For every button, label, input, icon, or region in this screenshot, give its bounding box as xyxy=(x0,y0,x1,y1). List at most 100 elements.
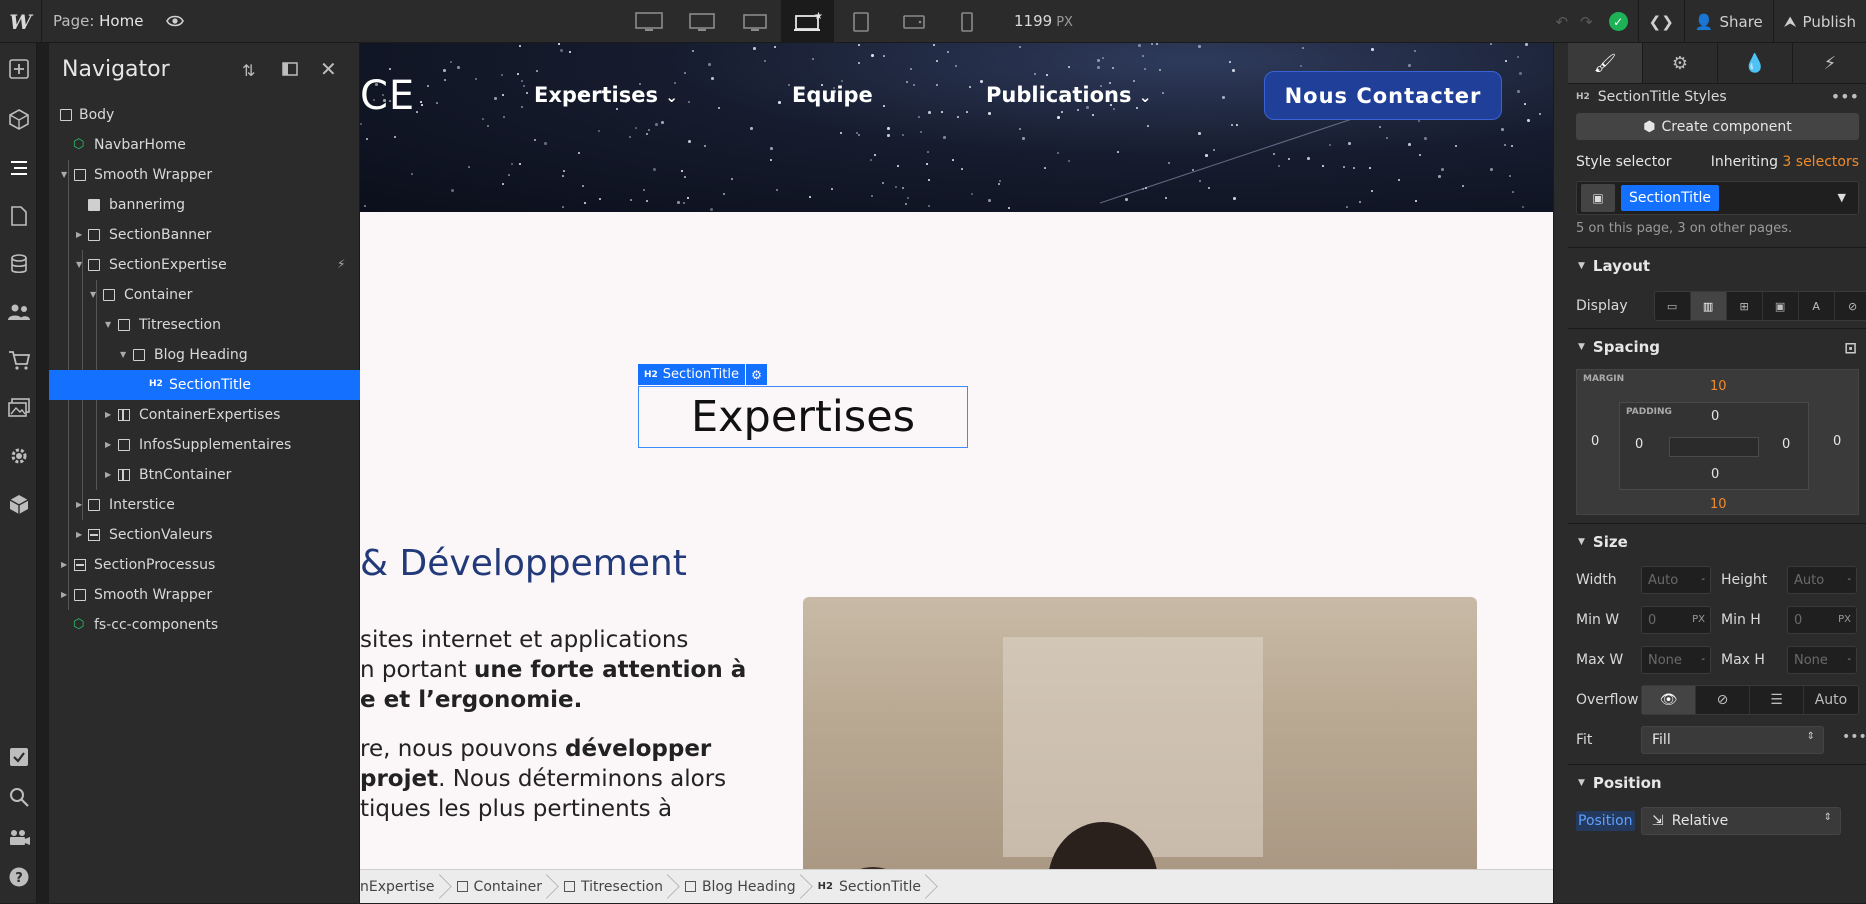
design-canvas[interactable]: CE Expertises ⌄ Equipe Publications ⌄ No… xyxy=(360,43,1553,869)
caret-right-icon[interactable]: ▶ xyxy=(76,500,82,509)
share-button[interactable]: 👤 Share xyxy=(1683,0,1773,43)
breadcrumb-item[interactable]: Titresection xyxy=(552,870,673,904)
layout-section-header[interactable]: ▼ Layout xyxy=(1568,247,1866,284)
tree-row-sectionbanner[interactable]: ▶ SectionBanner xyxy=(49,220,360,250)
video-tutorials-icon[interactable] xyxy=(5,823,32,850)
webflow-logo[interactable]: W xyxy=(0,0,42,43)
team-photo[interactable] xyxy=(803,597,1477,869)
publish-button[interactable]: ⮝ Publish xyxy=(1772,0,1866,43)
height-input[interactable]: Auto - xyxy=(1787,566,1857,594)
tasks-check-icon[interactable] xyxy=(5,743,32,770)
position-section-header[interactable]: ▼ Position xyxy=(1568,764,1866,801)
tree-row-sectiontitle[interactable]: H2 SectionTitle xyxy=(49,370,360,400)
spacing-mode-icon[interactable]: ⊡ xyxy=(1844,339,1857,357)
element-settings-gear-icon[interactable]: ⚙ xyxy=(745,364,767,385)
canvas-width-readout[interactable]: 1199 PX xyxy=(1014,12,1073,30)
tree-row-smooth-wrapper[interactable]: ▼ Smooth Wrapper xyxy=(49,160,360,190)
tree-row-navbarhome[interactable]: ⬡ NavbarHome xyxy=(49,130,360,160)
settings-gear-icon[interactable] xyxy=(5,442,32,469)
tree-row-interstice[interactable]: ▶ Interstice xyxy=(49,490,360,520)
breakpoint-portrait-icon[interactable] xyxy=(940,0,993,43)
max-height-input[interactable]: None - xyxy=(1787,646,1857,674)
caret-right-icon[interactable]: ▶ xyxy=(105,440,111,449)
margin-top-value[interactable]: 10 xyxy=(1710,379,1727,394)
contact-button[interactable]: Nous Contacter xyxy=(1264,71,1502,120)
assets-images-icon[interactable] xyxy=(5,394,32,421)
caret-down-icon[interactable]: ▼ xyxy=(61,170,67,179)
close-icon[interactable]: ✕ xyxy=(320,57,337,81)
margin-right-value[interactable]: 0 xyxy=(1833,434,1841,449)
page-selector[interactable]: Page: Home xyxy=(53,12,143,30)
nav-link-publications[interactable]: Publications ⌄ xyxy=(986,83,1151,107)
caret-right-icon[interactable]: ▶ xyxy=(105,410,111,419)
margin-bottom-value[interactable]: 10 xyxy=(1710,497,1727,512)
inheriting-info[interactable]: Inheriting 3 selectors xyxy=(1711,154,1859,174)
redo-icon[interactable]: ↷ xyxy=(1574,0,1599,43)
width-input[interactable]: Auto - xyxy=(1641,566,1711,594)
breadcrumb-item[interactable]: Blog Heading xyxy=(673,870,806,904)
padding-bottom-value[interactable]: 0 xyxy=(1711,467,1719,482)
breadcrumb-item[interactable]: nExpertise xyxy=(360,870,445,904)
caret-down-icon[interactable]: ▼ xyxy=(120,350,126,359)
breakpoint-xxl-icon[interactable] xyxy=(622,0,675,43)
tree-row-titresection[interactable]: ▼ Titresection xyxy=(49,310,360,340)
section-title-heading[interactable]: Expertises xyxy=(638,386,968,448)
display-inline-icon[interactable]: A xyxy=(1799,292,1835,320)
more-options-icon[interactable]: ••• xyxy=(1842,729,1866,745)
min-width-input[interactable]: 0 PX xyxy=(1641,606,1711,634)
display-block-icon[interactable]: ▭ xyxy=(1655,292,1691,320)
overflow-scroll-icon[interactable]: ☰ xyxy=(1750,686,1804,714)
padding-left-value[interactable]: 0 xyxy=(1635,437,1643,452)
nav-link-equipe[interactable]: Equipe xyxy=(792,83,873,107)
selected-element-badge[interactable]: H2 SectionTitle ⚙ xyxy=(638,364,767,385)
undo-icon[interactable]: ↶ xyxy=(1549,0,1574,43)
overflow-visible-eye-icon[interactable]: 👁 xyxy=(1642,686,1696,714)
caret-right-icon[interactable]: ▶ xyxy=(76,230,82,239)
padding-top-value[interactable]: 0 xyxy=(1711,409,1719,424)
caret-right-icon[interactable]: ▶ xyxy=(105,470,111,479)
tree-row-sectionexpertise[interactable]: ▼ SectionExpertise ⚡ xyxy=(49,250,360,280)
more-options-icon[interactable]: ••• xyxy=(1831,87,1859,106)
tree-row-containerexpertises[interactable]: ▶ ContainerExpertises xyxy=(49,400,360,430)
display-flex-icon[interactable]: ▥ xyxy=(1690,292,1727,320)
caret-down-icon[interactable]: ▼ xyxy=(90,290,96,299)
display-inline-block-icon[interactable]: ▣ xyxy=(1763,292,1799,320)
nav-link-expertises[interactable]: Expertises ⌄ xyxy=(534,83,678,107)
tree-row-btncontainer[interactable]: ▶ BtnContainer xyxy=(49,460,360,490)
caret-right-icon[interactable]: ▶ xyxy=(76,530,82,539)
search-icon[interactable] xyxy=(5,783,32,810)
breadcrumb-item[interactable]: Container xyxy=(445,870,552,904)
tree-row-fs-cc-components[interactable]: ⬡ fs-cc-components xyxy=(49,610,360,640)
expertise-paragraph-1[interactable]: sites internet et applications n portant… xyxy=(360,625,746,715)
tab-style-manager-drops-icon[interactable]: 💧 xyxy=(1718,43,1793,83)
breadcrumb-item-current[interactable]: H2 SectionTitle xyxy=(806,870,931,904)
tree-row-blog-heading[interactable]: ▼ Blog Heading xyxy=(49,340,360,370)
collapse-all-icon[interactable]: ⇅ xyxy=(242,61,255,80)
breakpoint-xl-icon[interactable] xyxy=(675,0,728,43)
tree-row-bannerimg[interactable]: bannerimg xyxy=(49,190,360,220)
tab-style-brush-icon[interactable]: 🖌 xyxy=(1568,43,1643,83)
chevron-down-icon[interactable]: ▼ xyxy=(1838,191,1846,204)
publish-status[interactable]: ✓ xyxy=(1599,0,1638,43)
ecommerce-cart-icon[interactable] xyxy=(5,346,32,373)
code-export-icon[interactable]: ❮❯ xyxy=(1637,0,1684,43)
min-height-input[interactable]: 0 PX xyxy=(1787,606,1857,634)
max-width-input[interactable]: None - xyxy=(1641,646,1711,674)
tree-row-smooth-wrapper-2[interactable]: ▶ Smooth Wrapper xyxy=(49,580,360,610)
pages-icon[interactable] xyxy=(5,202,32,229)
tree-row-sectionvaleurs[interactable]: ▶ SectionValeurs xyxy=(49,520,360,550)
create-component-button[interactable]: ⬢ Create component xyxy=(1576,113,1859,140)
add-elements-icon[interactable] xyxy=(5,55,32,82)
selected-element-label[interactable]: H2 SectionTitle xyxy=(638,364,745,385)
style-selector-input[interactable]: ▣ SectionTitle ▼ xyxy=(1576,181,1859,215)
breakpoint-tablet-icon[interactable] xyxy=(834,0,887,43)
class-tag[interactable]: SectionTitle xyxy=(1621,185,1720,211)
caret-right-icon[interactable]: ▶ xyxy=(61,590,67,599)
apps-cube-icon[interactable] xyxy=(5,490,32,517)
tree-row-container[interactable]: ▼ Container xyxy=(49,280,360,310)
breakpoint-landscape-icon[interactable] xyxy=(887,0,940,43)
display-none-icon[interactable]: ⊘ xyxy=(1835,292,1866,320)
breakpoint-base-desktop-icon[interactable]: ★ xyxy=(781,0,834,43)
breakpoint-large-icon[interactable] xyxy=(728,0,781,43)
expertise-subheading[interactable]: & Développement xyxy=(360,543,687,584)
